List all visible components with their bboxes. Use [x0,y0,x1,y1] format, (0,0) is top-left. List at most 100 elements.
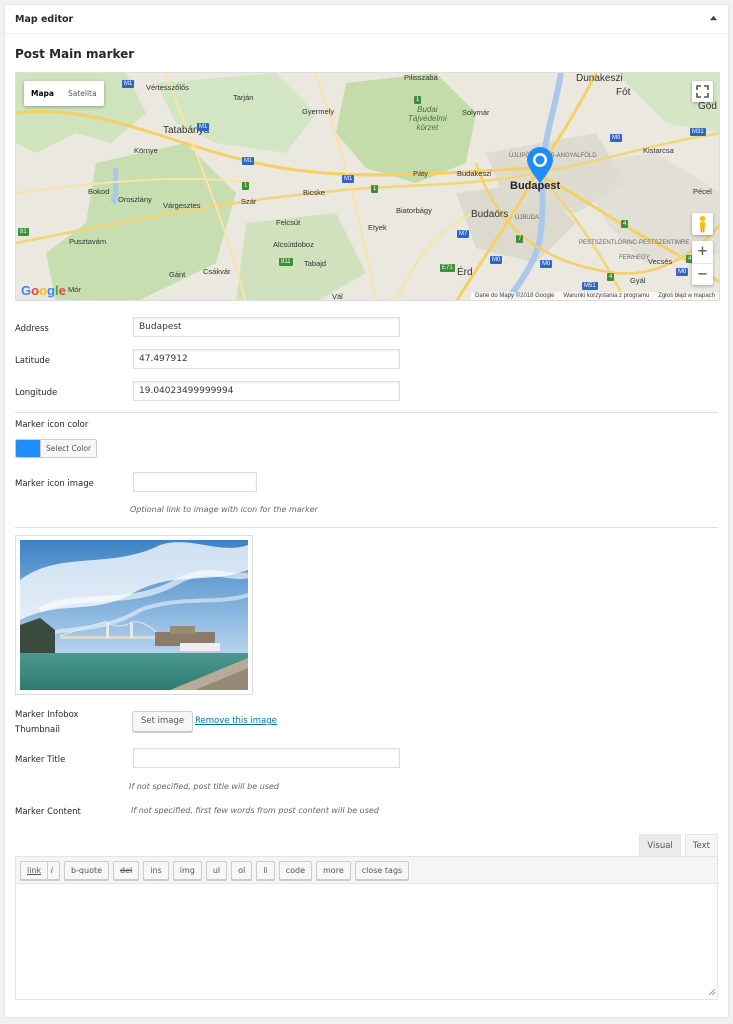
map-label: Biatorbágy [396,206,432,215]
address-input[interactable] [133,317,400,337]
map-type-control: Mapa Satelita [24,81,104,106]
map-label: Fót [616,87,631,98]
thumbnail-label-line1: Marker Infobox [15,710,79,720]
map-label: ÚJBUDA [515,215,540,221]
quicktag-code-button[interactable]: code [278,861,313,880]
map-label: Szár [241,197,257,206]
editor-tabs: Visual Text [635,834,718,856]
map-label: Budaörs [471,209,509,220]
road-shield: M31 [690,128,706,136]
map-label: Tarján [233,93,254,102]
map-label: Budakeszi [457,169,492,178]
road-shield: 4 [607,273,615,281]
quicktag-li-button[interactable]: li [256,861,275,880]
tab-text[interactable]: Text [684,834,718,856]
zoom-out-button[interactable]: − [692,263,713,285]
map-attribution: Dane do Mapy ©2018 Google Warunki korzys… [471,292,719,300]
map-label: Göd [698,101,717,112]
map-label: Tabajd [304,259,327,268]
infobox-thumbnail-preview [15,535,253,695]
quicktag-close-tags-button[interactable]: close tags [354,861,410,880]
road-shield: M0 [490,256,503,264]
tab-visual[interactable]: Visual [639,834,681,856]
fullscreen-button[interactable] [692,81,713,102]
road-shield: 1 [371,185,379,193]
map-label: Érd [457,267,473,278]
map-label: Alcsútdoboz [273,240,314,249]
section-title: Post Main marker [15,47,135,61]
marker-title-help: If not specified, post title will be use… [129,782,279,791]
map-label: Várgesztes [163,201,201,210]
road-shield: 811 [279,258,293,266]
pegman-icon [699,215,706,233]
map-label: Oroszlány [118,195,152,204]
road-shield: E71 [440,264,455,272]
color-picker-button[interactable]: Select Color [15,439,98,458]
road-shield: M0 [610,134,623,142]
road-shield: M0 [676,268,689,276]
map-report-error-link[interactable]: Zgłoś błąd w mapach [658,293,715,299]
map-label: Pécel [693,187,712,196]
map-label: Páty [413,169,429,178]
map-label: Pusztavám [69,237,107,246]
map-label: Mór [68,285,81,294]
quicktag-more-button[interactable]: more [316,861,351,880]
collapse-arrow-icon[interactable] [709,14,718,23]
map-type-map-button[interactable]: Mapa [24,81,61,106]
map-editor-panel: Map editor Post Main marker Mapa Satelit… [4,4,729,1018]
quicktag-blockquote-button[interactable]: b-quote [63,861,110,880]
map-label: PESTSZENTLŐRINC-PESTSZENTIMRE [579,240,690,246]
map-label: Csákvár [203,267,231,276]
map-terms-link[interactable]: Warunki korzystania z programu [563,293,649,299]
map-label: Vértesszőlős [146,83,189,92]
map-marker-pin-icon[interactable] [525,146,555,184]
map-label: Gyál [630,276,646,285]
panel-header[interactable]: Map editor [5,5,728,34]
zoom-control: + − [692,241,713,285]
zoom-in-button[interactable]: + [692,241,713,263]
map-label: Pilisszaba [404,73,438,82]
map-type-satellite-button[interactable]: Satelita [61,81,104,106]
color-swatch [16,440,40,457]
marker-icon-image-input[interactable] [133,472,257,492]
road-shield: M1 [342,175,355,183]
separator [15,412,718,413]
map-label: Vecsés [648,257,673,266]
latitude-input[interactable] [133,349,400,369]
quicktag-link-button[interactable]: link [20,861,49,880]
road-shield: 81 [18,228,29,236]
editor-textarea[interactable] [15,884,718,1000]
resize-handle-icon[interactable] [708,988,716,996]
quicktags-toolbar: b i link b-quote del ins img ul ol li co… [15,856,718,884]
marker-icon-image-label: Marker icon image [15,479,94,489]
street-view-button[interactable] [692,213,713,235]
quicktag-img-button[interactable]: img [172,861,202,880]
quicktag-ol-button[interactable]: ol [231,861,253,880]
road-shield: M1 [242,157,255,165]
map-label: Solymár [462,108,490,117]
thumbnail-image [20,540,248,690]
quicktag-ins-button[interactable]: ins [143,861,169,880]
road-shield: 1 [242,182,250,190]
map-label: Bicske [303,188,326,197]
map-label: Gyermely [302,107,335,116]
map-label: Dunakeszi [576,73,623,84]
longitude-input[interactable] [133,381,400,401]
quicktag-del-button[interactable]: del [113,861,140,880]
longitude-label: Longitude [15,388,58,398]
remove-image-link[interactable]: Remove this image [195,716,277,726]
marker-title-input[interactable] [133,748,400,768]
set-image-button[interactable]: Set image [132,711,194,732]
marker-title-label: Marker Title [15,755,66,765]
thumbnail-label-line2: Thumbnail [15,725,60,735]
map-label: Vál [332,292,343,301]
road-shield: M7 [457,230,470,238]
map-label: Gánt [169,270,186,279]
marker-content-label: Marker Content [15,807,81,817]
map-canvas[interactable]: Mapa Satelita Pilisszaba Dunakeszi Fót G… [15,72,720,301]
address-label: Address [15,324,49,334]
quicktag-ul-button[interactable]: ul [205,861,228,880]
map-label: Kistarcsa [643,146,674,155]
map-data-attribution: Dane do Mapy ©2018 Google [475,293,555,299]
marker-icon-image-help: Optional link to image with icon for the… [130,505,318,514]
